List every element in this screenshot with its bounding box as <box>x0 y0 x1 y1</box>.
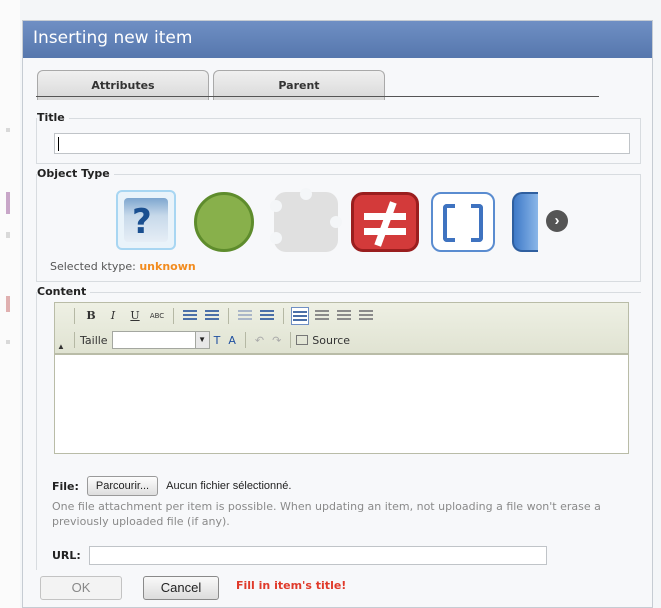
browse-button[interactable]: Parcourir... <box>86 476 159 496</box>
editor-toolbar: B I U ABC Taille ▼ T A ↶ ↷ Source ▲ <box>54 302 629 354</box>
background-mark <box>6 296 10 312</box>
file-hint: One file attachment per item is possible… <box>52 500 601 528</box>
align-left-icon[interactable] <box>291 307 309 325</box>
ok-button[interactable]: OK <box>40 576 122 600</box>
bold-button[interactable]: B <box>82 307 100 325</box>
collapse-toolbar-icon[interactable]: ▲ <box>57 342 65 351</box>
dots-icon[interactable] <box>270 188 342 252</box>
cylinder-icon[interactable] <box>512 192 538 252</box>
file-status: Aucun fichier sélectionné. <box>166 480 292 492</box>
underline-button[interactable]: U <box>126 307 144 325</box>
background-mark <box>6 192 10 214</box>
numbered-list-icon[interactable] <box>181 307 199 325</box>
tab-underline <box>36 96 599 97</box>
file-row: File: Parcourir... Aucun fichier sélecti… <box>52 476 291 496</box>
background-mark <box>6 340 10 344</box>
url-row: URL: <box>52 546 547 565</box>
url-label: URL: <box>52 549 81 562</box>
bullet-list-icon[interactable] <box>203 307 221 325</box>
question-icon[interactable]: ? <box>116 190 176 250</box>
font-size-label: Taille <box>80 333 108 347</box>
justify-icon[interactable] <box>357 307 375 325</box>
selected-ktype-value: unknown <box>139 260 196 273</box>
next-arrow-icon[interactable]: › <box>546 210 568 232</box>
toolbar-row-2: Taille ▼ T A ↶ ↷ Source <box>69 330 350 350</box>
italic-button[interactable]: I <box>104 307 122 325</box>
cancel-button[interactable]: Cancel <box>143 576 219 600</box>
align-right-icon[interactable] <box>335 307 353 325</box>
font-size-select[interactable]: ▼ <box>111 331 210 349</box>
source-icon <box>296 335 309 345</box>
background-color-icon[interactable]: A <box>228 334 236 347</box>
dialog-title: Inserting new item <box>23 21 652 58</box>
background-page <box>0 0 20 608</box>
content-editor[interactable] <box>54 354 629 454</box>
error-message: Fill in item's title! <box>236 579 347 592</box>
background-mark <box>6 232 10 238</box>
background-mark <box>6 128 10 132</box>
url-input[interactable] <box>88 546 547 565</box>
align-center-icon[interactable] <box>313 307 331 325</box>
chevron-down-icon: ▼ <box>194 332 209 348</box>
file-label: File: <box>52 479 79 493</box>
strikethrough-button[interactable]: ABC <box>148 307 166 325</box>
outdent-icon[interactable] <box>236 307 254 325</box>
source-button[interactable]: Source <box>296 334 350 347</box>
selected-ktype-label: Selected ktype: <box>50 260 136 273</box>
brackets-icon[interactable] <box>431 192 495 252</box>
indent-icon[interactable] <box>258 307 276 325</box>
title-input[interactable] <box>54 133 630 154</box>
text-caret <box>58 137 59 151</box>
source-label: Source <box>312 333 351 347</box>
toolbar-row-1: B I U ABC <box>69 306 377 326</box>
redo-icon[interactable]: ↷ <box>272 334 281 347</box>
text-color-icon[interactable]: T <box>214 334 221 347</box>
content-section-label: Content <box>37 285 91 298</box>
title-section-label: Title <box>37 111 69 124</box>
circle-icon[interactable] <box>194 192 254 252</box>
not-equal-icon[interactable] <box>351 192 419 252</box>
selected-ktype: Selected ktype: unknown <box>50 260 196 273</box>
object-type-section-label: Object Type <box>37 167 114 180</box>
undo-icon[interactable]: ↶ <box>255 334 264 347</box>
